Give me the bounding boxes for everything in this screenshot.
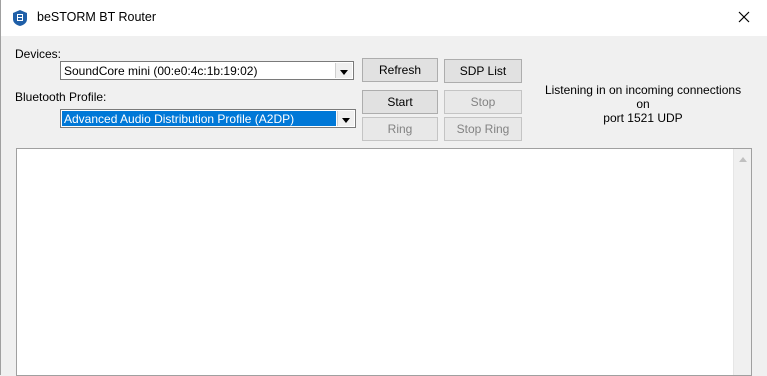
refresh-button[interactable]: Refresh xyxy=(362,58,438,82)
window-title: beSTORM BT Router xyxy=(37,10,157,24)
start-button[interactable]: Start xyxy=(362,90,438,114)
bluetooth-profile-label: Bluetooth Profile: xyxy=(15,90,107,104)
title-bar[interactable]: beSTORM BT Router xyxy=(1,0,767,36)
status-line-2: port 1521 UDP xyxy=(603,111,683,125)
chevron-down-icon xyxy=(342,112,350,126)
devices-dropdown-button[interactable] xyxy=(335,63,352,78)
scroll-up-button[interactable] xyxy=(734,149,751,166)
bluetooth-profile-combobox[interactable]: Advanced Audio Distribution Profile (A2D… xyxy=(60,109,356,128)
scroll-up-icon xyxy=(738,151,747,165)
close-icon xyxy=(738,11,750,26)
status-line-1: Listening in on incoming connections on xyxy=(544,83,742,111)
app-window: beSTORM BT Router Devices: SoundCore min… xyxy=(0,0,767,376)
app-icon xyxy=(13,10,27,26)
connection-status-text: Listening in on incoming connections on … xyxy=(537,83,749,125)
chevron-down-icon xyxy=(340,64,348,78)
devices-label: Devices: xyxy=(15,47,62,61)
vertical-scrollbar[interactable] xyxy=(733,149,751,375)
stop-ring-button[interactable]: Stop Ring xyxy=(444,117,522,141)
log-textarea[interactable] xyxy=(16,148,752,376)
devices-selected-value: SoundCore mini (00:e0:4c:1b:19:02) xyxy=(64,64,258,78)
devices-combobox[interactable]: SoundCore mini (00:e0:4c:1b:19:02) xyxy=(60,61,354,80)
ring-button[interactable]: Ring xyxy=(362,117,438,141)
close-button[interactable] xyxy=(721,0,767,36)
profile-dropdown-button[interactable] xyxy=(337,111,354,126)
sdp-list-button[interactable]: SDP List xyxy=(444,59,522,83)
stop-button[interactable]: Stop xyxy=(444,90,522,114)
profile-selected-value: Advanced Audio Distribution Profile (A2D… xyxy=(64,112,295,126)
